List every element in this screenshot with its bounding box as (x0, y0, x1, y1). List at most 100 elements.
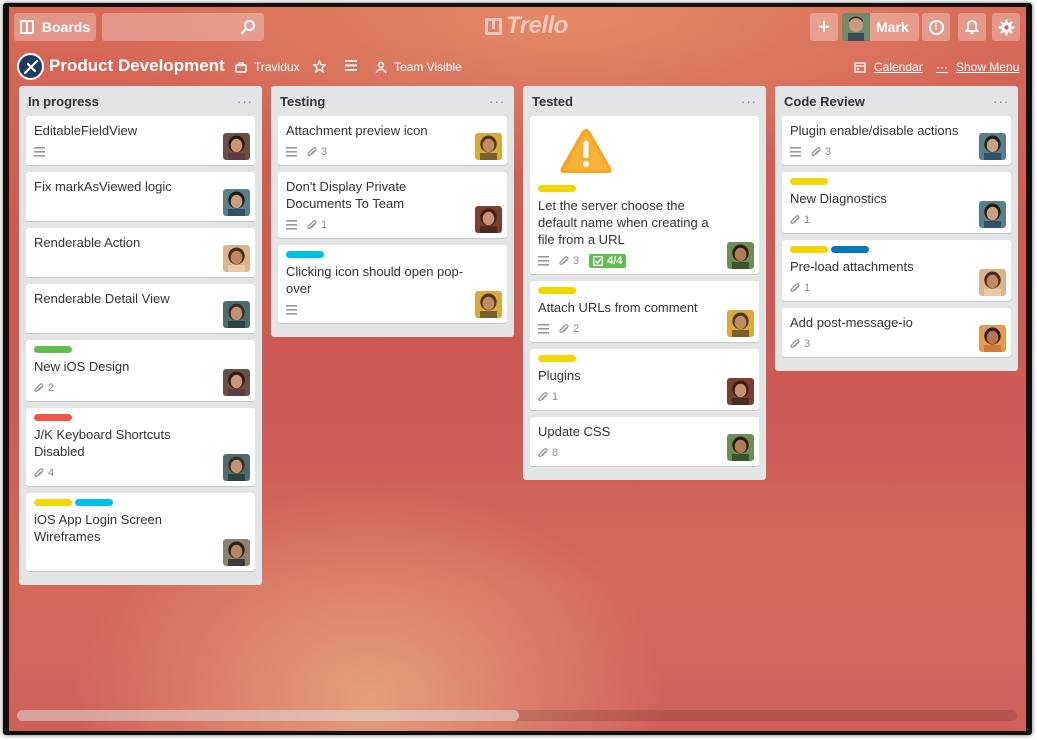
card-title: Add post-message-io (790, 315, 913, 330)
member-avatar[interactable] (223, 539, 250, 566)
attachment-badge: 8 (538, 447, 558, 459)
list-header: Code Review ··· (782, 86, 1011, 116)
boards-icon (19, 20, 34, 34)
add-button[interactable]: + (810, 13, 838, 41)
member-avatar[interactable] (727, 378, 754, 405)
member-avatar[interactable] (979, 325, 1006, 352)
card[interactable]: Clicking icon should open pop-over (278, 245, 507, 323)
warning-icon (560, 129, 612, 173)
member-avatar[interactable] (979, 269, 1006, 296)
logo-text: Trello (506, 12, 568, 39)
card-badges (34, 257, 247, 271)
settings-button[interactable] (992, 13, 1020, 41)
boards-button[interactable]: Boards (14, 13, 96, 41)
description-icon (345, 60, 357, 71)
bell-icon (964, 20, 980, 35)
member-avatar[interactable] (223, 301, 250, 328)
card[interactable]: Plugins 1 (530, 349, 759, 410)
member-avatar[interactable] (475, 133, 502, 160)
card-title: New iOS Design (34, 359, 130, 374)
search-icon (240, 20, 255, 35)
member-avatar[interactable] (223, 245, 250, 272)
list-title[interactable]: Tested (532, 94, 573, 109)
list-header: In progress ··· (26, 86, 255, 116)
list-menu-icon[interactable]: ··· (237, 94, 253, 109)
card[interactable]: New Diagnostics 1 (782, 172, 1011, 233)
member-avatar[interactable] (223, 189, 250, 216)
member-avatar[interactable] (223, 133, 250, 160)
member-avatar[interactable] (223, 454, 250, 481)
member-avatar[interactable] (979, 133, 1006, 160)
description-button[interactable] (345, 60, 357, 71)
trello-logo[interactable]: Trello (485, 12, 568, 39)
horizontal-scrollbar[interactable] (17, 710, 1017, 721)
member-avatar[interactable] (727, 310, 754, 337)
calendar-link[interactable]: Calendar (854, 60, 923, 74)
attachment-badge: 1 (538, 391, 558, 403)
member-avatar[interactable] (727, 242, 754, 269)
attachment-count: 8 (552, 447, 559, 459)
card[interactable]: Renderable Action (26, 228, 255, 277)
boards-label: Boards (41, 19, 91, 35)
card-title: Fix markAsViewed logic (34, 179, 172, 194)
list-title[interactable]: Code Review (784, 94, 865, 109)
attachment-icon (538, 391, 548, 401)
description-icon (286, 220, 297, 230)
card[interactable]: Don't Display Private Documents To Team 1 (278, 172, 507, 238)
card-labels (286, 251, 499, 258)
show-menu-label: Show Menu (956, 60, 1020, 74)
description-icon (286, 305, 297, 315)
card-badges (34, 145, 247, 159)
show-menu-link[interactable]: ··· Show Menu (936, 60, 1019, 74)
card[interactable]: EditableFieldView (26, 116, 255, 165)
info-button[interactable]: i (922, 13, 950, 41)
gear-icon (998, 19, 1014, 35)
notifications-button[interactable] (958, 13, 986, 41)
list-menu-icon[interactable]: ··· (993, 94, 1009, 109)
attachment-badge: 3 (790, 338, 810, 350)
list-title[interactable]: Testing (280, 94, 325, 109)
team-button[interactable]: Travidux (235, 60, 300, 74)
card-title: Renderable Detail View (34, 291, 170, 306)
member-menu-button[interactable]: Mark (842, 13, 919, 41)
card-title: New Diagnostics (790, 191, 887, 206)
checklist-badge: 4/4 (589, 254, 627, 268)
card-title: iOS App Login Screen Wireframes (34, 512, 162, 544)
member-avatar[interactable] (475, 206, 502, 233)
board-team-logo[interactable] (17, 53, 44, 80)
card[interactable]: iOS App Login Screen Wireframes (26, 493, 255, 571)
label-yellow (34, 499, 72, 506)
list-title[interactable]: In progress (28, 94, 99, 109)
card[interactable]: Fix markAsViewed logic (26, 172, 255, 221)
card-badges: 1 (790, 281, 1003, 295)
list-menu-icon[interactable]: ··· (489, 94, 505, 109)
card[interactable]: Renderable Detail View (26, 284, 255, 333)
member-avatar[interactable] (475, 291, 502, 318)
card[interactable]: Plugin enable/disable actions 3 (782, 116, 1011, 165)
card[interactable]: Add post-message-io 3 (782, 308, 1011, 357)
attachment-icon (790, 338, 800, 348)
list-menu-icon[interactable]: ··· (741, 94, 757, 109)
label-yellow (538, 355, 576, 362)
attachment-count: 1 (804, 282, 811, 294)
search-input[interactable] (102, 13, 264, 41)
scrollbar-thumb[interactable] (17, 710, 519, 721)
attachment-icon (538, 447, 548, 457)
card[interactable]: Attachment preview icon 3 (278, 116, 507, 165)
card-title: EditableFieldView (34, 123, 138, 138)
visibility-button[interactable]: Team Visible (375, 60, 462, 74)
member-avatar[interactable] (979, 201, 1006, 228)
card[interactable]: New iOS Design 2 (26, 340, 255, 401)
star-button[interactable] (313, 60, 326, 73)
board-title[interactable]: Product Development (49, 56, 225, 76)
card[interactable]: J/K Keyboard Shortcuts Disabled 4 (26, 408, 255, 486)
card[interactable]: Pre-load attachments 1 (782, 240, 1011, 301)
attachment-count: 2 (48, 382, 55, 394)
member-avatar[interactable] (223, 369, 250, 396)
label-yellow (538, 185, 576, 192)
card[interactable]: Attach URLs from comment 2 (530, 281, 759, 342)
card[interactable]: Update CSS 8 (530, 417, 759, 466)
card-title: Plugin enable/disable actions (790, 123, 959, 138)
member-avatar[interactable] (727, 434, 754, 461)
card[interactable]: Let the server choose the default name w… (530, 116, 759, 274)
